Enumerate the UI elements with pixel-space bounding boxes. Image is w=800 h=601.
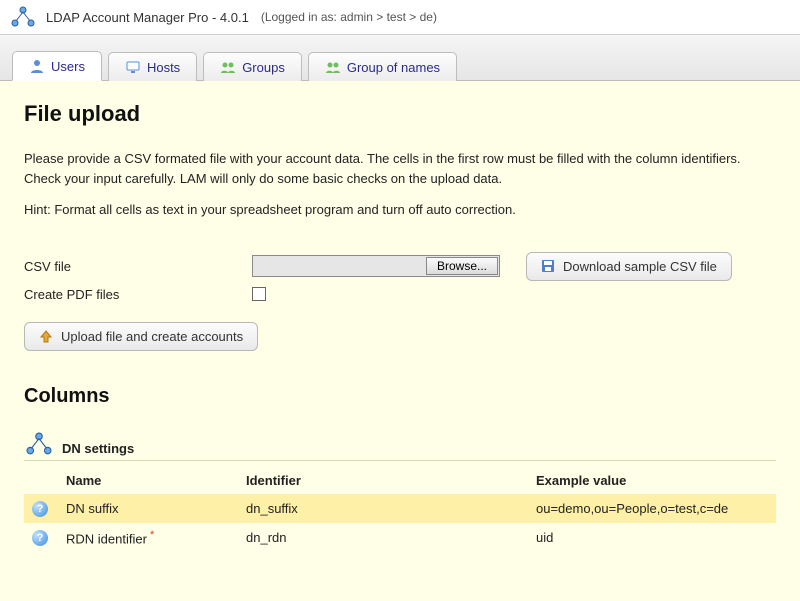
required-asterisk-icon: *: [147, 529, 154, 541]
create-pdf-label: Create PDF files: [24, 287, 252, 302]
download-sample-label: Download sample CSV file: [563, 259, 717, 274]
download-sample-button[interactable]: Download sample CSV file: [526, 252, 732, 281]
help-icon[interactable]: ?: [32, 501, 48, 517]
tab-label: Hosts: [147, 60, 180, 75]
cell-identifier: dn_rdn: [238, 523, 528, 552]
upload-button-label: Upload file and create accounts: [61, 329, 243, 344]
col-header-name: Name: [58, 467, 238, 494]
columns-title: Columns: [24, 385, 776, 408]
csv-file-row: CSV file Browse... Download sample CSV f…: [24, 252, 776, 281]
cell-example: uid: [528, 523, 776, 552]
col-header-identifier: Identifier: [238, 467, 528, 494]
tab-label: Groups: [242, 60, 285, 75]
page-title: File upload: [24, 101, 776, 127]
cell-example: ou=demo,ou=People,o=test,c=de: [528, 494, 776, 523]
dn-settings-heading: DN settings: [24, 432, 776, 461]
app-logo-icon: [10, 6, 36, 28]
tab-users[interactable]: Users: [12, 51, 102, 81]
group-icon: [220, 59, 236, 75]
cell-identifier: dn_suffix: [238, 494, 528, 523]
table-row: ? DN suffix dn_suffix ou=demo,ou=People,…: [24, 494, 776, 523]
upload-arrow-icon: [39, 329, 53, 343]
dn-settings-label: DN settings: [62, 441, 134, 456]
intro-text-1: Please provide a CSV formated file with …: [24, 149, 776, 188]
create-pdf-checkbox[interactable]: [252, 287, 266, 301]
tab-label: Users: [51, 59, 85, 74]
columns-table: Name Identifier Example value ? DN suffi…: [24, 467, 776, 552]
host-icon: [125, 59, 141, 75]
tab-groups[interactable]: Groups: [203, 52, 302, 81]
upload-button[interactable]: Upload file and create accounts: [24, 322, 258, 351]
cell-name: DN suffix: [58, 494, 238, 523]
tab-label: Group of names: [347, 60, 440, 75]
create-pdf-row: Create PDF files: [24, 287, 776, 302]
help-icon[interactable]: ?: [32, 530, 48, 546]
content-area: File upload Please provide a CSV formate…: [0, 81, 800, 601]
csv-file-path[interactable]: [253, 256, 425, 276]
user-icon: [29, 58, 45, 74]
cell-name: RDN identifier *: [58, 523, 238, 552]
columns-header-row: Name Identifier Example value: [24, 467, 776, 494]
csv-file-label: CSV file: [24, 259, 252, 274]
csv-file-input[interactable]: Browse...: [252, 255, 500, 277]
group-names-icon: [325, 59, 341, 75]
app-header: LDAP Account Manager Pro - 4.0.1 (Logged…: [0, 0, 800, 35]
app-title: LDAP Account Manager Pro - 4.0.1: [46, 10, 249, 25]
tab-group-of-names[interactable]: Group of names: [308, 52, 457, 81]
dn-tree-icon: [24, 432, 54, 456]
save-icon: [541, 259, 555, 273]
table-row: ? RDN identifier * dn_rdn uid: [24, 523, 776, 552]
browse-button[interactable]: Browse...: [426, 257, 498, 275]
col-header-example: Example value: [528, 467, 776, 494]
cell-name-text: RDN identifier: [66, 531, 147, 546]
login-info: (Logged in as: admin > test > de): [261, 10, 437, 24]
main-tabs: Users Hosts Groups Group of names: [0, 35, 800, 81]
intro-text-2: Hint: Format all cells as text in your s…: [24, 200, 776, 220]
tab-hosts[interactable]: Hosts: [108, 52, 197, 81]
